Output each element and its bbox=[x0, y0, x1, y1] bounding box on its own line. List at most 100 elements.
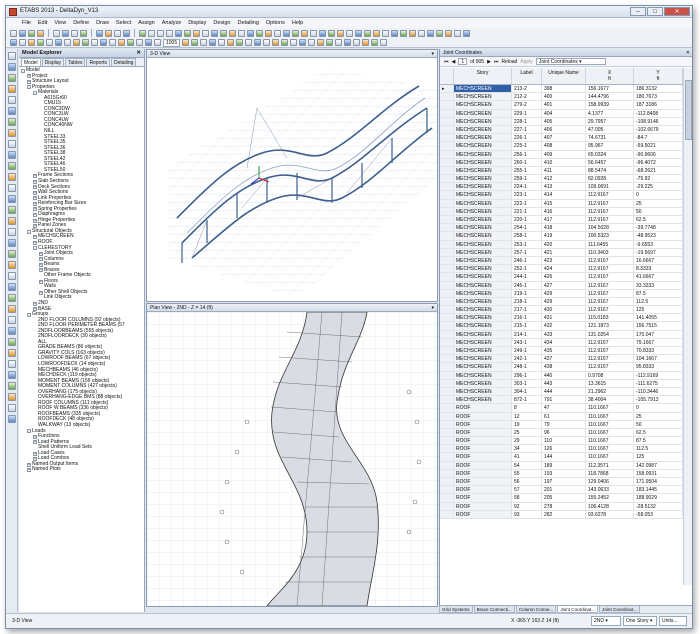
cell-y[interactable]: 112.5 bbox=[634, 297, 683, 306]
table-row[interactable]: MECHSCREEN 248-1 438 112.9167 95.8333 bbox=[440, 363, 683, 372]
display-tool-icon[interactable] bbox=[281, 39, 289, 46]
display-tool-icon[interactable] bbox=[236, 39, 244, 46]
collapse-icon[interactable]: - bbox=[27, 85, 31, 90]
cell-unique-name[interactable]: 438 bbox=[542, 363, 586, 371]
cell-label[interactable]: 221-1 bbox=[512, 207, 542, 215]
cell-story[interactable]: MECHSCREEN bbox=[454, 273, 512, 281]
cell-y[interactable]: 62.5 bbox=[634, 216, 683, 224]
cell-unique-name[interactable]: 440 bbox=[542, 371, 586, 379]
table-row[interactable]: ROOF 58 205 155.2452 188.9029 bbox=[440, 494, 683, 503]
units-button[interactable]: Units... bbox=[659, 616, 687, 626]
draw-tool-icon[interactable] bbox=[7, 283, 16, 291]
toolbar-tool-icon[interactable] bbox=[283, 29, 290, 37]
row-selector[interactable] bbox=[440, 150, 454, 158]
cell-label[interactable]: 255-1 bbox=[512, 166, 542, 175]
cell-label[interactable]: 217-1 bbox=[512, 306, 542, 314]
display-icon[interactable] bbox=[148, 29, 155, 37]
toolbar-tool-icon[interactable] bbox=[301, 29, 308, 37]
cell-x[interactable]: 144.4796 bbox=[586, 93, 634, 101]
row-selector[interactable]: ▸ bbox=[440, 85, 454, 93]
cell-y[interactable]: 125 bbox=[634, 306, 683, 314]
draw-tool-icon[interactable] bbox=[7, 85, 16, 93]
cell-unique-name[interactable]: 110 bbox=[542, 437, 586, 445]
table-row[interactable]: MECHSCREEN 217-1 430 112.9167 125 bbox=[440, 306, 683, 315]
cell-story[interactable]: ROOF bbox=[454, 461, 512, 469]
table-row[interactable]: MECHSCREEN 304-1 444 21.2962 -110.3446 bbox=[440, 387, 683, 397]
cell-y[interactable]: 95.8333 bbox=[634, 363, 683, 371]
table-row[interactable]: MECHSCREEN 254-1 418 104.5028 -39.7748 bbox=[440, 224, 683, 233]
cell-unique-name[interactable]: 426 bbox=[542, 273, 586, 281]
cell-unique-name[interactable]: 193 bbox=[542, 469, 586, 477]
expand-icon[interactable]: + bbox=[33, 212, 37, 217]
toolbar-tool-icon[interactable] bbox=[256, 29, 263, 37]
cell-label[interactable]: 216-1 bbox=[512, 314, 542, 322]
display-tool-icon[interactable] bbox=[344, 39, 352, 46]
menu-detailing[interactable]: Detailing bbox=[238, 20, 259, 26]
cell-unique-name[interactable]: 414 bbox=[542, 191, 586, 199]
cell-x[interactable]: 13.3615 bbox=[586, 379, 634, 387]
bottom-tab[interactable]: Column Conne... bbox=[515, 606, 557, 613]
row-selector[interactable] bbox=[440, 289, 454, 297]
expand-icon[interactable]: + bbox=[33, 434, 37, 439]
cell-story[interactable]: ROOF bbox=[454, 494, 512, 502]
cell-label[interactable]: 258-1 bbox=[512, 232, 542, 240]
menu-file[interactable]: File bbox=[22, 20, 31, 26]
cell-label[interactable]: 296-1 bbox=[512, 371, 542, 379]
cell-label[interactable]: 25 bbox=[512, 428, 542, 437]
cell-x[interactable]: 21.2962 bbox=[586, 387, 634, 396]
cell-y[interactable]: -112.9169 bbox=[634, 371, 683, 379]
cell-label[interactable]: 56 bbox=[512, 478, 542, 486]
display-tool-icon[interactable] bbox=[308, 39, 316, 46]
display-tool-icon[interactable] bbox=[254, 39, 262, 46]
expand-icon[interactable]: + bbox=[39, 268, 43, 273]
draw-tool-icon[interactable] bbox=[7, 195, 16, 203]
table-row[interactable]: MECHSCREEN 225-1 408 95.967 -59.5021 bbox=[440, 142, 683, 151]
zoom-field[interactable]: 1005 bbox=[163, 38, 181, 47]
cell-unique-name[interactable]: 418 bbox=[542, 224, 586, 232]
table-row[interactable]: MECHSCREEN 227-1 406 47.005 -102.6679 bbox=[440, 125, 683, 135]
last-record-icon[interactable]: ⏭ bbox=[494, 59, 499, 65]
table-row[interactable]: MECHSCREEN 226-1 407 74.6731 -84.7 bbox=[440, 134, 683, 143]
cell-x[interactable]: 118.7868 bbox=[586, 469, 634, 477]
toolbar-tool-icon[interactable] bbox=[247, 29, 254, 37]
draw-tool-icon[interactable] bbox=[7, 63, 16, 71]
cell-label[interactable]: 242-1 bbox=[512, 355, 542, 363]
expand-icon[interactable]: + bbox=[39, 251, 43, 256]
cell-unique-name[interactable]: 420 bbox=[542, 240, 586, 248]
draw-tool-icon[interactable] bbox=[7, 52, 16, 60]
draw-tool-icon[interactable] bbox=[7, 162, 16, 170]
cell-label[interactable]: 256-1 bbox=[512, 150, 542, 158]
expand-icon[interactable]: + bbox=[39, 290, 43, 295]
display-tool-icon[interactable] bbox=[335, 39, 343, 46]
cell-x[interactable]: 110.1667 bbox=[586, 412, 634, 420]
row-selector[interactable] bbox=[440, 134, 454, 142]
cell-y[interactable]: -68.2621 bbox=[634, 166, 683, 175]
cell-label[interactable]: 304-1 bbox=[512, 387, 542, 396]
cell-x[interactable]: 65.0324 bbox=[586, 150, 634, 158]
cell-unique-name[interactable]: 413 bbox=[542, 183, 586, 191]
cell-x[interactable]: 112.9167 bbox=[586, 281, 634, 289]
display-tool-icon[interactable] bbox=[37, 39, 44, 46]
record-number-field[interactable]: 1 bbox=[458, 58, 468, 65]
cell-story[interactable]: ROOF bbox=[454, 445, 512, 453]
cell-y[interactable]: -111.6275 bbox=[634, 379, 683, 387]
explorer-tab-model[interactable]: Model bbox=[21, 58, 41, 66]
cell-unique-name[interactable]: 432 bbox=[542, 322, 586, 330]
cell-unique-name[interactable]: 443 bbox=[542, 379, 586, 387]
cell-story[interactable]: MECHSCREEN bbox=[454, 158, 512, 166]
explorer-tab-tables[interactable]: Tables bbox=[65, 58, 86, 66]
zoom-out-icon[interactable] bbox=[96, 29, 103, 37]
table-row[interactable]: MECHSCREEN 259-1 412 82.0928 -75.92 bbox=[440, 175, 683, 184]
row-selector[interactable] bbox=[440, 347, 454, 355]
table-row[interactable]: ROOF 29 110 110.1667 87.5 bbox=[440, 437, 683, 446]
cell-y[interactable]: 183.1445 bbox=[634, 486, 683, 494]
cell-label[interactable]: 12 bbox=[512, 412, 542, 420]
open-icon[interactable] bbox=[19, 29, 26, 37]
cell-label[interactable]: 226-1 bbox=[512, 134, 542, 142]
row-selector[interactable] bbox=[440, 379, 454, 387]
cell-y[interactable]: 141.4055 bbox=[634, 314, 683, 322]
cell-story[interactable]: ROOF bbox=[454, 502, 512, 510]
draw-tool-icon[interactable] bbox=[7, 239, 16, 247]
cell-x[interactable]: 112.9167 bbox=[586, 306, 634, 314]
cell-label[interactable]: 279-2 bbox=[512, 101, 542, 109]
